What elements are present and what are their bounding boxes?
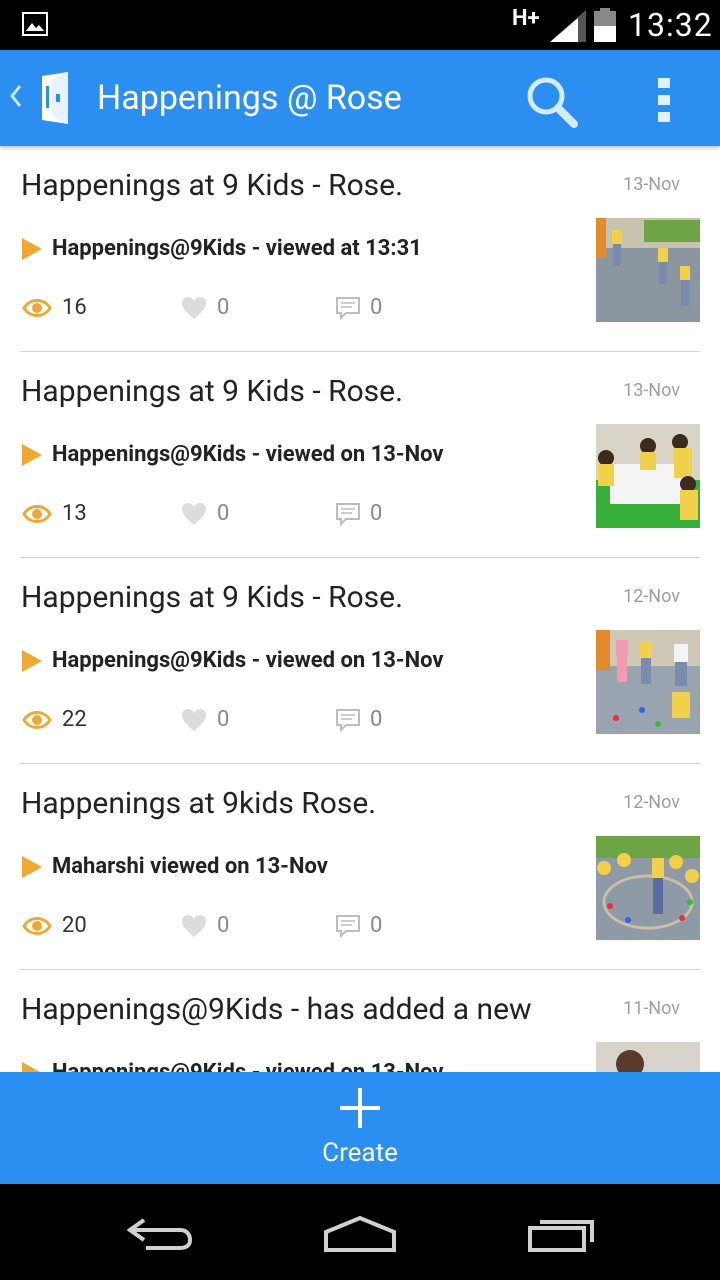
system-nav-bar xyxy=(0,1184,720,1280)
eye-icon xyxy=(22,711,52,729)
eye-icon xyxy=(22,299,52,317)
play-icon xyxy=(22,856,42,878)
heart-icon[interactable] xyxy=(181,914,207,938)
item-date: 13-Nov xyxy=(623,174,680,195)
home-icon[interactable] xyxy=(322,1214,398,1254)
up-chevron-icon[interactable] xyxy=(6,80,26,112)
viewed-status: Maharshi viewed on 13-Nov xyxy=(52,854,328,879)
item-date: 12-Nov xyxy=(623,586,680,607)
battery-icon xyxy=(594,8,616,42)
app-logo-icon[interactable] xyxy=(38,70,74,126)
like-count: 0 xyxy=(217,913,230,938)
item-headline: Happenings at 9kids Rose. xyxy=(21,786,377,821)
eye-icon xyxy=(22,505,52,523)
comment-icon[interactable] xyxy=(335,296,361,320)
item-date: 13-Nov xyxy=(623,380,680,401)
recent-apps-icon[interactable] xyxy=(526,1214,598,1254)
item-headline: Happenings at 9 Kids - Rose. xyxy=(21,580,403,615)
image-notification-icon xyxy=(22,12,48,36)
viewed-status: Happenings@9Kids - viewed on 13-Nov xyxy=(52,648,444,673)
like-count: 0 xyxy=(217,295,230,320)
comment-count: 0 xyxy=(370,501,383,526)
back-icon[interactable] xyxy=(124,1214,196,1254)
list-item[interactable]: Happenings@9Kids - has added a new 11-No… xyxy=(0,970,720,1072)
viewed-status: Happenings@9Kids - viewed on 13-Nov xyxy=(52,1060,444,1072)
item-date: 12-Nov xyxy=(623,792,680,813)
play-icon xyxy=(22,1062,41,1072)
clock: 13:32 xyxy=(628,6,713,44)
happenings-list: Happenings at 9 Kids - Rose. 13-Nov Happ… xyxy=(0,146,720,1072)
eye-icon xyxy=(22,917,52,935)
comment-count: 0 xyxy=(370,707,383,732)
signal-icon xyxy=(550,10,586,42)
item-headline: Happenings@9Kids - has added a new xyxy=(21,992,532,1027)
list-item[interactable]: Happenings at 9 Kids - Rose. 13-Nov Happ… xyxy=(0,146,720,352)
create-label: Create xyxy=(322,1138,398,1168)
page-title: Happenings @ Rose xyxy=(97,78,402,118)
post-thumbnail[interactable] xyxy=(596,1042,700,1072)
app-bar: Happenings @ Rose xyxy=(0,50,720,146)
post-thumbnail[interactable] xyxy=(596,424,700,528)
list-item[interactable]: Happenings at 9 Kids - Rose. 12-Nov Happ… xyxy=(0,558,720,764)
viewed-status: Happenings@9Kids - viewed at 13:31 xyxy=(52,236,422,261)
play-icon xyxy=(22,238,42,260)
view-count: 22 xyxy=(62,707,87,732)
view-count: 20 xyxy=(62,913,87,938)
play-icon xyxy=(22,444,42,466)
comment-count: 0 xyxy=(370,913,383,938)
like-count: 0 xyxy=(217,707,230,732)
heart-icon[interactable] xyxy=(181,708,207,732)
network-type: H+ xyxy=(512,6,540,31)
list-item[interactable]: Happenings at 9 Kids - Rose. 13-Nov Happ… xyxy=(0,352,720,558)
list-item[interactable]: Happenings at 9kids Rose. 12-Nov Maharsh… xyxy=(0,764,720,970)
post-thumbnail[interactable] xyxy=(596,836,700,940)
heart-icon[interactable] xyxy=(181,502,207,526)
create-button[interactable]: Create xyxy=(0,1072,720,1184)
view-count: 16 xyxy=(62,295,87,320)
comment-count: 0 xyxy=(370,295,383,320)
comment-icon[interactable] xyxy=(335,708,361,732)
comment-icon[interactable] xyxy=(335,914,361,938)
status-bar: H+ 13:32 xyxy=(0,0,720,50)
search-icon[interactable] xyxy=(520,70,582,132)
item-date: 11-Nov xyxy=(623,998,680,1019)
viewed-status: Happenings@9Kids - viewed on 13-Nov xyxy=(52,442,444,467)
item-headline: Happenings at 9 Kids - Rose. xyxy=(21,168,403,203)
heart-icon[interactable] xyxy=(181,296,207,320)
plus-icon xyxy=(340,1088,380,1128)
item-headline: Happenings at 9 Kids - Rose. xyxy=(21,374,403,409)
comment-icon[interactable] xyxy=(335,502,361,526)
view-count: 13 xyxy=(62,501,87,526)
post-thumbnail[interactable] xyxy=(596,630,700,734)
play-icon xyxy=(22,650,42,672)
overflow-menu-icon[interactable] xyxy=(656,78,672,122)
like-count: 0 xyxy=(217,501,230,526)
post-thumbnail[interactable] xyxy=(596,218,700,322)
